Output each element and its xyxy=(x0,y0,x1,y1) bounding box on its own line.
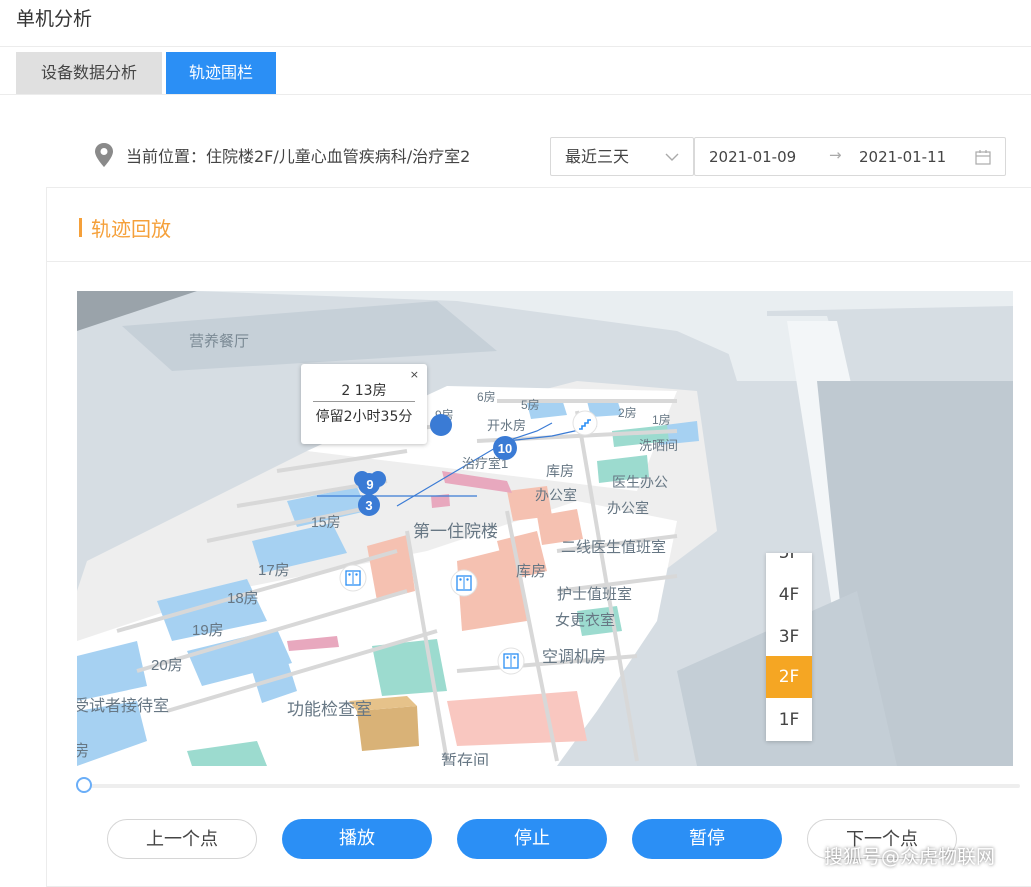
svg-text:18房: 18房 xyxy=(227,590,259,607)
panel-title: 轨迹回放 xyxy=(91,217,171,241)
popup-divider xyxy=(313,401,415,402)
end-date[interactable]: 2021-01-11 xyxy=(859,148,946,166)
svg-text:医生办公: 医生办公 xyxy=(612,474,668,490)
svg-text:15房: 15房 xyxy=(311,514,341,530)
tab-divider xyxy=(0,94,1031,95)
tab-trajectory-fence[interactable]: 轨迹围栏 xyxy=(166,52,276,94)
play-button[interactable]: 播放 xyxy=(282,819,432,859)
start-date[interactable]: 2021-01-09 xyxy=(709,148,796,166)
svg-text:房: 房 xyxy=(77,742,89,760)
prev-point-button[interactable]: 上一个点 xyxy=(107,819,257,859)
range-arrow: → xyxy=(829,146,842,164)
tab-device-data[interactable]: 设备数据分析 xyxy=(16,52,162,94)
svg-text:库房: 库房 xyxy=(516,563,546,580)
title-accent-bar xyxy=(79,218,82,237)
time-range-value: 最近三天 xyxy=(565,147,630,166)
floor-plan: 营养餐厅 第一住院楼 15房 17房 18房 19房 20房 6房 5房 2房 … xyxy=(77,291,1013,766)
svg-text:5房: 5房 xyxy=(521,397,540,412)
playback-slider-handle[interactable] xyxy=(76,777,92,793)
floor-option-1f[interactable]: 1F xyxy=(766,699,812,741)
svg-text:2房: 2房 xyxy=(618,405,637,420)
watermark: 搜狐号@众虎物联网 xyxy=(824,846,996,868)
panel-header: 轨迹回放 xyxy=(47,188,1031,262)
map-label-building: 第一住院楼 xyxy=(413,522,498,541)
floor-option-5f[interactable]: 5F xyxy=(766,553,812,574)
calendar-icon xyxy=(975,150,991,165)
location-pin-icon xyxy=(95,143,113,167)
tab-bar: 设备数据分析 轨迹围栏 xyxy=(16,52,276,94)
svg-text:洗晒间: 洗晒间 xyxy=(639,438,678,453)
time-range-select[interactable]: 最近三天 xyxy=(550,137,694,176)
svg-text:1房: 1房 xyxy=(652,412,671,427)
svg-text:库房: 库房 xyxy=(546,463,574,479)
svg-text:暂存间: 暂存间 xyxy=(441,752,489,766)
svg-text:空调机房: 空调机房 xyxy=(542,648,606,666)
stop-button[interactable]: 停止 xyxy=(457,819,607,859)
floor-option-4f[interactable]: 4F xyxy=(766,574,812,616)
current-location: 当前位置：住院楼2F/儿童心血管疾病科/治疗室2 xyxy=(94,142,470,168)
marker-9: 9 xyxy=(366,477,373,492)
popup-room: 2 13房 xyxy=(341,383,387,399)
floor-picker: 5F 4F 3F 2F 1F xyxy=(766,553,812,741)
svg-text:开水房: 开水房 xyxy=(487,418,526,433)
svg-text:女更衣室: 女更衣室 xyxy=(555,611,615,629)
page-title: 单机分析 xyxy=(16,8,93,30)
floor-option-3f[interactable]: 3F xyxy=(766,616,812,658)
chevron-down-icon xyxy=(665,153,679,161)
svg-text:6房: 6房 xyxy=(477,389,496,404)
marker-3: 3 xyxy=(365,498,372,513)
marker-10: 10 xyxy=(498,441,512,456)
pause-button[interactable]: 暂停 xyxy=(632,819,782,859)
playback-slider-track[interactable] xyxy=(84,784,1020,788)
elevator-icon xyxy=(339,564,367,592)
svg-text:受试者接待室: 受试者接待室 xyxy=(77,697,169,715)
popup-stay-duration: 停留2小时35分 xyxy=(315,409,413,425)
svg-text:17房: 17房 xyxy=(258,562,290,579)
svg-text:20房: 20房 xyxy=(151,657,183,674)
stay-popup: × 2 13房 停留2小时35分 xyxy=(301,364,427,444)
date-range-picker[interactable]: 2021-01-09 → 2021-01-11 xyxy=(694,137,1006,176)
svg-text:护士值班室: 护士值班室 xyxy=(557,586,632,603)
svg-text:二线医生值班室: 二线医生值班室 xyxy=(561,539,666,556)
svg-text:营养餐厅: 营养餐厅 xyxy=(189,333,249,350)
floor-map[interactable]: 营养餐厅 第一住院楼 15房 17房 18房 19房 20房 6房 5房 2房 … xyxy=(77,291,1013,766)
floor-option-2f[interactable]: 2F xyxy=(766,656,812,698)
svg-text:办公室: 办公室 xyxy=(607,500,649,516)
svg-text:19房: 19房 xyxy=(192,622,224,639)
title-divider xyxy=(0,46,1031,47)
svg-text:办公室: 办公室 xyxy=(535,487,577,503)
svg-text:功能检查室: 功能检查室 xyxy=(287,700,372,719)
location-text: 当前位置：住院楼2F/儿童心血管疾病科/治疗室2 xyxy=(126,147,471,166)
